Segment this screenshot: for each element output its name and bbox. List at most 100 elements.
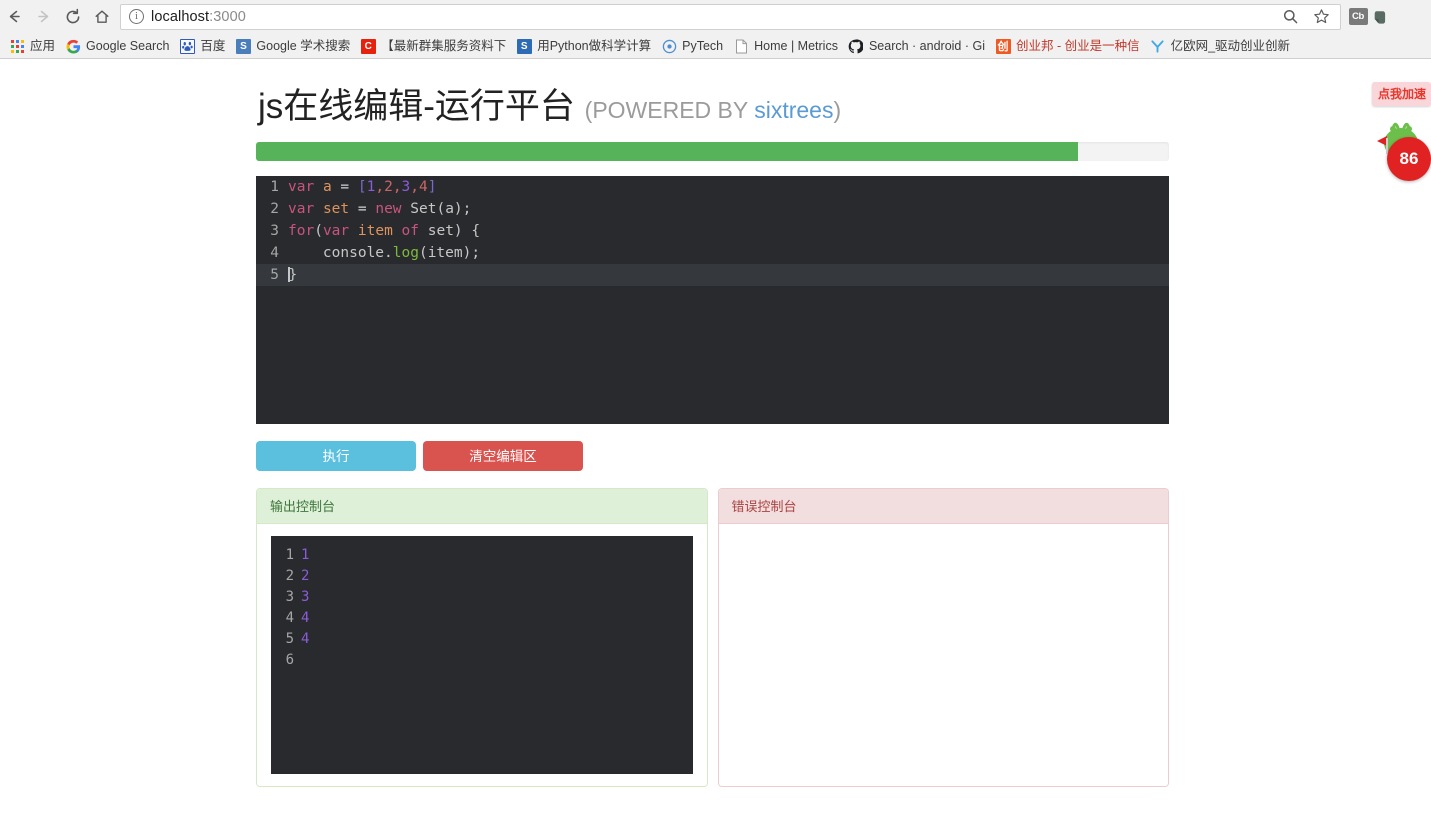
code-line-number: 2 xyxy=(270,200,279,217)
code-token: = xyxy=(340,178,350,195)
google-scholar-icon: S xyxy=(235,38,251,54)
site-info-icon[interactable]: i xyxy=(129,9,144,24)
code-token: for xyxy=(288,222,315,239)
home-button[interactable] xyxy=(87,2,116,31)
bookmark-github-search[interactable]: Search · android · Gi xyxy=(844,35,991,57)
pytech-icon xyxy=(661,38,677,54)
browser-toolbar: i localhost:3000 Cb xyxy=(0,0,1431,33)
code-line[interactable]: 3 for(var item of set) { xyxy=(256,220,1169,242)
bookmark-python-science[interactable]: S 用Python做科学计算 xyxy=(512,35,657,57)
bookmark-label: Home | Metrics xyxy=(754,38,838,53)
bookmark-iyiou[interactable]: 亿欧网_驱动创业创新 xyxy=(1146,35,1296,57)
code-token: a xyxy=(322,178,332,195)
code-line-number: 4 xyxy=(270,244,279,261)
code-token: , xyxy=(392,178,402,195)
code-token: var xyxy=(288,200,315,217)
bookmark-label: 百度 xyxy=(200,38,226,53)
bookmark-chuangyebang[interactable]: 创 创业邦 - 创业是一种信 xyxy=(991,35,1146,57)
page-title-main: js在线编辑-运行平台 xyxy=(258,87,575,126)
sixtrees-link[interactable]: sixtrees xyxy=(754,97,833,123)
code-token: 4 xyxy=(419,178,428,195)
output-line: 54 xyxy=(283,629,693,650)
output-console-panel: 输出控制台 11223344546 xyxy=(256,487,708,787)
url-text: localhost:3000 xyxy=(151,9,246,25)
code-line[interactable]: 1 var a = [1,2,3,4] xyxy=(256,176,1169,198)
url-port: :3000 xyxy=(209,8,246,25)
output-line-value: 2 xyxy=(301,568,310,585)
c-icon: C xyxy=(360,38,376,54)
code-line[interactable]: 2 var set = new Set(a); xyxy=(256,198,1169,220)
output-line-value: 1 xyxy=(301,547,310,564)
bookmark-home-metrics[interactable]: Home | Metrics xyxy=(729,35,844,57)
browser-chrome: i localhost:3000 Cb 应用 Google Search 百度 … xyxy=(0,0,1431,59)
google-icon xyxy=(65,38,81,54)
output-console-content[interactable]: 11223344546 xyxy=(271,535,693,774)
code-token: ] xyxy=(427,178,437,195)
code-token: of xyxy=(401,222,419,239)
bookmark-google-search[interactable]: Google Search xyxy=(61,35,175,57)
code-token: Set(a); xyxy=(410,200,472,217)
baidu-icon xyxy=(179,38,195,54)
output-line-number: 5 xyxy=(285,631,294,648)
evernote-extension-icon[interactable] xyxy=(1369,6,1391,28)
code-token: item xyxy=(357,222,393,239)
bookmark-label: 亿欧网_驱动创业创新 xyxy=(1170,38,1291,53)
code-token: log xyxy=(392,244,419,261)
code-token: set) { xyxy=(427,222,481,239)
bookmark-google-scholar[interactable]: S Google 学术搜索 xyxy=(231,35,356,57)
code-editor[interactable]: 1 var a = [1,2,3,4] 2 var set = new Set(a);… xyxy=(256,175,1169,424)
code-token: , xyxy=(410,178,420,195)
code-token: ( xyxy=(314,222,323,239)
cb-extension-label: Cb xyxy=(1348,8,1368,25)
code-line[interactable]: 4 console.log(item); xyxy=(256,242,1169,264)
output-line-value: 3 xyxy=(301,589,310,606)
bookmark-c-site[interactable]: C 【最新群集服务资料下 xyxy=(356,35,512,57)
bookmark-label: Google 学术搜索 xyxy=(256,38,351,53)
accelerator-count-badge[interactable]: 86 xyxy=(1387,137,1431,181)
bookmark-label: Search · android · Gi xyxy=(868,38,985,53)
iyiou-icon xyxy=(1150,38,1166,54)
bookmark-baidu[interactable]: 百度 xyxy=(175,35,231,57)
output-line: 11 xyxy=(283,545,693,566)
bookmark-label: 用Python做科学计算 xyxy=(537,38,652,53)
accelerator-widget[interactable]: 点我加速 86 xyxy=(1369,73,1431,183)
code-token: } xyxy=(288,266,298,283)
output-line-value: 4 xyxy=(301,610,310,627)
output-line-number: 6 xyxy=(285,652,294,669)
code-token: (item); xyxy=(418,244,481,261)
code-line[interactable]: 5} xyxy=(256,263,1169,286)
clear-editor-button[interactable]: 清空编辑区 xyxy=(423,440,583,471)
extension-cb-icon[interactable]: Cb xyxy=(1347,6,1369,28)
bookmark-apps[interactable]: 应用 xyxy=(5,35,61,57)
reload-button[interactable] xyxy=(58,2,87,31)
run-button[interactable]: 执行 xyxy=(256,440,416,471)
consoles-row: 输出控制台 11223344546 错误控制台 xyxy=(256,487,1169,787)
address-bar[interactable]: i localhost:3000 xyxy=(120,3,1341,30)
back-button[interactable] xyxy=(0,2,29,31)
page-content: js在线编辑-运行平台 (POWERED BY sixtrees) 1 var a… xyxy=(0,59,1431,828)
page-title-subtitle: (POWERED BY sixtrees) xyxy=(585,97,841,123)
bookmark-star-icon[interactable] xyxy=(1313,8,1330,25)
output-console-body: 11223344546 xyxy=(257,523,707,786)
code-line-number: 1 xyxy=(270,178,279,195)
action-buttons: 执行 清空编辑区 xyxy=(256,440,1169,471)
bookmark-label: Google Search xyxy=(86,38,170,53)
code-token: 3 xyxy=(401,178,411,195)
forward-button[interactable] xyxy=(29,2,58,31)
output-console-heading: 输出控制台 xyxy=(257,488,707,524)
error-console-content[interactable] xyxy=(732,535,1154,774)
search-icon[interactable] xyxy=(1282,8,1299,25)
error-console-body xyxy=(718,523,1168,786)
s-icon: S xyxy=(516,38,532,54)
code-token: = xyxy=(357,200,367,217)
bookmark-pytech[interactable]: PyTech xyxy=(657,35,729,57)
url-host: localhost xyxy=(151,8,210,25)
output-line-number: 3 xyxy=(285,589,294,606)
speed-up-bubble[interactable]: 点我加速 xyxy=(1371,82,1431,106)
